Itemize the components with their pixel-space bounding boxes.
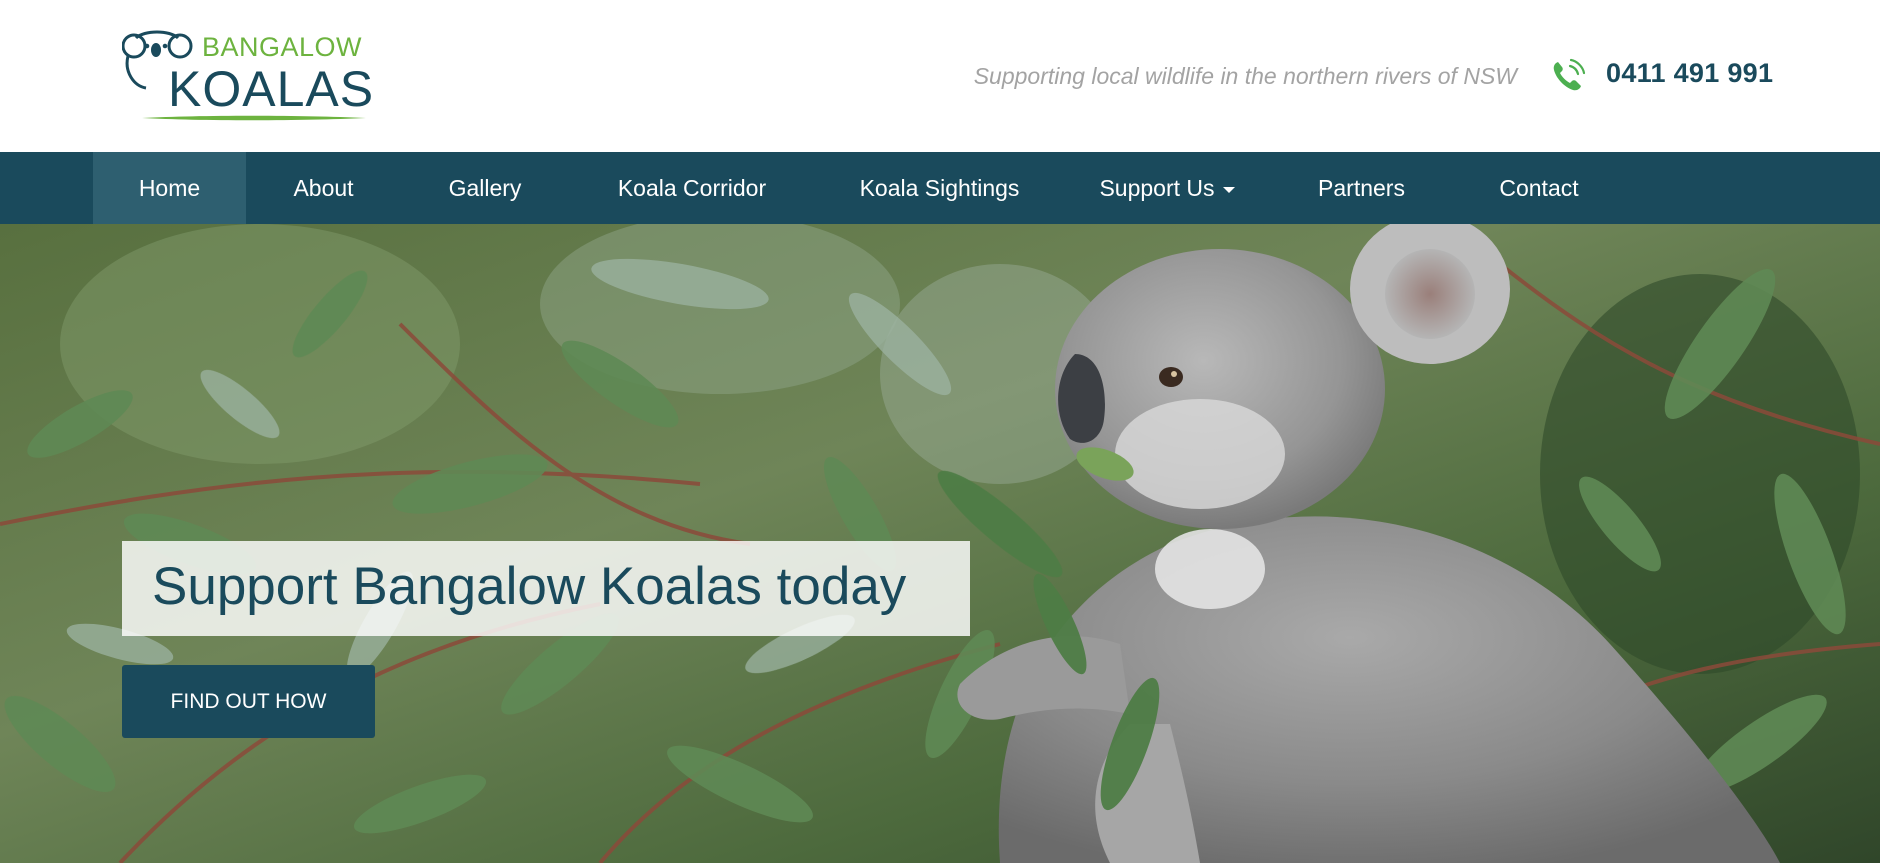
nav-item-label: Support Us <box>1099 175 1215 201</box>
nav-item-label: Gallery <box>448 175 522 201</box>
nav-item-support-us[interactable]: Support Us <box>1064 152 1270 224</box>
nav-item-gallery[interactable]: Gallery <box>401 152 569 224</box>
logo-top-text: BANGALOW <box>202 32 363 62</box>
nav-item-label: Koala Sightings <box>859 175 1020 201</box>
nav-item-label: Partners <box>1318 175 1405 201</box>
nav-item-home[interactable]: Home <box>93 152 246 224</box>
site-logo[interactable]: BANGALOW KOALAS <box>122 28 373 124</box>
nav-item-about[interactable]: About <box>246 152 401 224</box>
hero-banner: Support Bangalow Koalas today FIND OUT H… <box>0 224 1880 863</box>
nav-item-label: About <box>293 175 354 201</box>
find-out-how-button[interactable]: FIND OUT HOW <box>122 665 375 738</box>
phone-icon <box>1553 58 1586 91</box>
nav-item-label: Home <box>138 175 201 201</box>
caret-down-icon <box>1222 186 1235 193</box>
site-header: BANGALOW KOALAS Supporting local wildlif… <box>0 0 1880 152</box>
nav-item-label: Contact <box>1499 175 1579 201</box>
nav-item-partners[interactable]: Partners <box>1270 152 1453 224</box>
site-tagline: Supporting local wildlife in the norther… <box>973 63 1517 89</box>
nav-item-koala-sightings[interactable]: Koala Sightings <box>815 152 1064 224</box>
logo-bottom-text: KOALAS <box>168 61 375 117</box>
logo-swoosh <box>142 115 366 121</box>
nav-item-label: Koala Corridor <box>617 175 767 201</box>
hero-headline: Support Bangalow Koalas today <box>152 557 907 616</box>
main-nav: Home About Gallery Koala Corridor Koala … <box>0 152 1880 224</box>
nav-item-contact[interactable]: Contact <box>1453 152 1625 224</box>
phone-number-link[interactable]: 0411 491 991 <box>1606 58 1773 89</box>
nav-item-koala-corridor[interactable]: Koala Corridor <box>569 152 815 224</box>
hero-headline-panel: Support Bangalow Koalas today <box>122 541 970 636</box>
